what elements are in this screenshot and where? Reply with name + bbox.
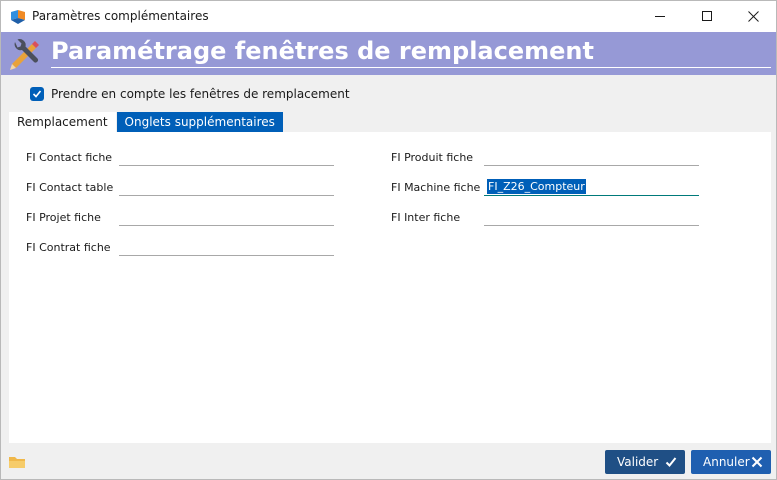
tab-onglets-supplementaires[interactable]: Onglets supplémentaires <box>116 112 283 132</box>
check-icon <box>665 457 677 467</box>
replacement-windows-checkbox[interactable] <box>30 87 44 101</box>
title-bar[interactable]: Paramètres complémentaires <box>1 1 776 32</box>
maximize-button[interactable] <box>684 1 730 32</box>
machine-fiche-selected-text: FI_Z26_Compteur <box>487 179 586 194</box>
tools-icon <box>10 39 39 70</box>
tab-remplacement[interactable]: Remplacement <box>9 112 116 132</box>
projet-fiche-input[interactable] <box>119 208 334 226</box>
dialog-window: Paramètres complémentaires Paramétrage f… <box>0 0 777 480</box>
header-banner: Paramétrage fenêtres de remplacement <box>1 32 776 75</box>
field-label-contact-fiche: FI Contact fiche <box>26 151 113 164</box>
folder-icon[interactable] <box>8 454 26 470</box>
field-label-produit-fiche: FI Produit fiche <box>391 151 474 164</box>
tab-bar: Remplacement Onglets supplémentaires <box>9 112 284 132</box>
minimize-icon <box>654 16 665 17</box>
maximize-icon <box>701 11 712 21</box>
field-label-contact-table: FI Contact table <box>26 181 114 194</box>
tab-panel: FI Contact fiche FI Contact table FI Pro… <box>9 132 771 443</box>
minimize-button[interactable] <box>637 1 683 32</box>
close-icon <box>747 11 759 22</box>
window-title: Paramètres complémentaires <box>32 9 209 23</box>
app-logo-icon <box>11 10 25 24</box>
valider-label: Valider <box>617 455 659 469</box>
replacement-windows-label: Prendre en compte les fenêtres de rempla… <box>51 87 350 101</box>
annuler-button[interactable]: Annuler <box>691 450 771 474</box>
close-button[interactable] <box>730 1 776 32</box>
field-label-contrat-fiche: FI Contrat fiche <box>26 241 111 254</box>
inter-fiche-input[interactable] <box>484 208 699 226</box>
close-x-icon <box>751 456 763 468</box>
annuler-label: Annuler <box>703 455 750 469</box>
replacement-windows-option[interactable]: Prendre en compte les fenêtres de rempla… <box>30 86 350 102</box>
field-label-inter-fiche: FI Inter fiche <box>391 211 461 224</box>
checkmark-icon <box>32 90 42 98</box>
valider-button[interactable]: Valider <box>605 450 685 474</box>
produit-fiche-input[interactable] <box>484 148 699 166</box>
machine-fiche-input[interactable]: FI_Z26_Compteur <box>484 178 699 196</box>
contact-fiche-input[interactable] <box>119 148 334 166</box>
contact-table-input[interactable] <box>119 178 334 196</box>
contrat-fiche-input[interactable] <box>119 238 334 256</box>
field-label-projet-fiche: FI Projet fiche <box>26 211 101 224</box>
page-title: Paramétrage fenêtres de remplacement <box>51 36 771 68</box>
field-label-machine-fiche: FI Machine fiche <box>391 181 481 194</box>
